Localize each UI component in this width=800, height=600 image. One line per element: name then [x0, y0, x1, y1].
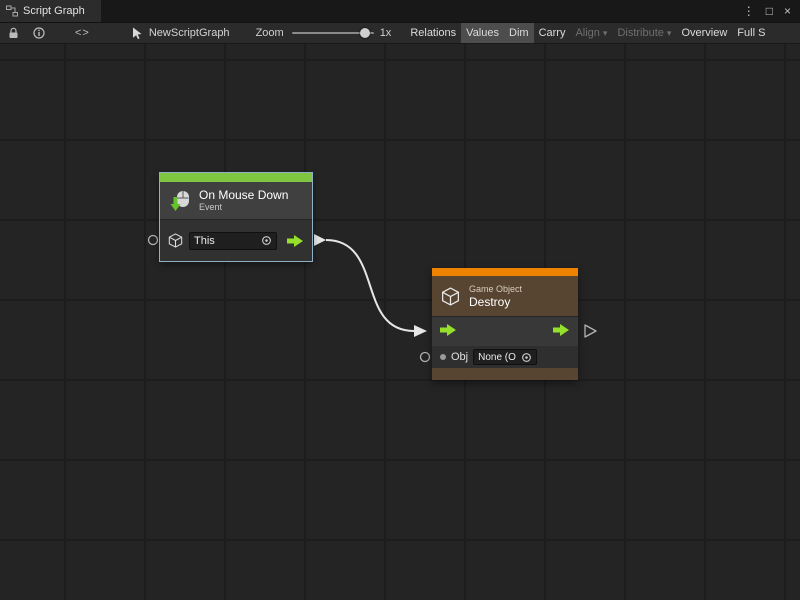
node-subtitle: Event — [199, 202, 288, 213]
obj-object-field[interactable]: None (O — [473, 349, 537, 365]
value-port-dot[interactable] — [440, 354, 446, 360]
carry-button[interactable]: Carry — [534, 22, 571, 44]
node-title: On Mouse Down — [199, 188, 288, 202]
wire-target-arrow — [414, 325, 427, 337]
graph-toolbar: <> NewScriptGraph Zoom 1x Relations Valu… — [0, 22, 800, 44]
fullscreen-button[interactable]: Full S — [732, 22, 770, 44]
on-mouse-down-target-port[interactable] — [149, 236, 158, 245]
toolbar-buttons: Relations Values Dim Carry Align ▾ Distr… — [405, 22, 770, 44]
align-label: Align — [575, 22, 599, 44]
node-kind: Game Object — [469, 284, 522, 295]
tab-script-graph[interactable]: Script Graph — [0, 0, 101, 22]
zoom-slider[interactable] — [292, 27, 374, 39]
zoom-slider-knob[interactable] — [360, 28, 370, 38]
obj-input-row: Obj None (O — [432, 346, 578, 368]
game-object-cube-icon — [168, 233, 183, 248]
target-object-field[interactable]: This — [189, 232, 277, 250]
game-object-accent-bar — [432, 268, 578, 276]
script-graph-asset-icon — [130, 26, 144, 40]
graph-canvas[interactable]: On Mouse Down Event This — [0, 44, 800, 600]
wire-source-arrow[interactable] — [314, 234, 326, 246]
node-on-mouse-down[interactable]: On Mouse Down Event This — [160, 173, 312, 261]
overview-button[interactable]: Overview — [676, 22, 732, 44]
obj-port-label: Obj — [451, 351, 468, 363]
tab-title: Script Graph — [23, 5, 85, 17]
node-header[interactable]: On Mouse Down Event — [160, 182, 312, 219]
chevron-down-icon: ▾ — [667, 22, 672, 44]
node-header[interactable]: Game Object Destroy — [432, 276, 578, 316]
flow-input-arrow[interactable] — [440, 323, 457, 341]
code-icon[interactable]: <> — [75, 27, 90, 39]
close-icon[interactable]: × — [784, 0, 791, 22]
distribute-button[interactable]: Distribute ▾ — [612, 22, 676, 44]
node-footer-bar — [432, 368, 578, 380]
info-icon[interactable] — [33, 27, 45, 39]
tabbar-spacer — [101, 0, 743, 22]
maximize-icon[interactable]: □ — [766, 0, 773, 22]
script-graph-window: Script Graph ⋮ □ × <> — [0, 0, 800, 600]
distribute-label: Distribute — [617, 22, 663, 44]
flow-ports-row — [432, 316, 578, 346]
script-graph-tab-icon — [6, 5, 18, 17]
connection-wire[interactable] — [326, 240, 414, 331]
target-object-value: This — [194, 235, 215, 247]
node-body: This — [160, 219, 312, 261]
object-picker-icon[interactable] — [521, 352, 532, 363]
flow-output-arrow[interactable] — [553, 323, 570, 341]
object-picker-icon[interactable] — [261, 235, 272, 246]
chevron-down-icon: ▾ — [603, 22, 608, 44]
node-titles: Game Object Destroy — [469, 284, 522, 309]
event-flow-output-arrow[interactable] — [287, 235, 304, 247]
destroy-exit-port[interactable] — [585, 325, 596, 337]
lock-icon[interactable] — [8, 27, 19, 39]
zoom-label: Zoom — [256, 27, 284, 39]
values-button[interactable]: Values — [461, 22, 504, 44]
dim-button[interactable]: Dim — [504, 22, 534, 44]
graph-name-breadcrumb[interactable]: NewScriptGraph — [130, 26, 230, 40]
tab-bar: Script Graph ⋮ □ × — [0, 0, 800, 22]
game-object-cube-icon — [440, 286, 461, 307]
connections-overlay — [0, 44, 800, 600]
mouse-down-icon — [168, 189, 192, 213]
window-controls: ⋮ □ × — [743, 0, 800, 22]
zoom-value: 1x — [380, 27, 392, 39]
obj-object-value: None (O — [478, 352, 516, 363]
node-title: Destroy — [469, 295, 522, 309]
node-destroy[interactable]: Game Object Destroy Obj — [432, 268, 578, 380]
align-button[interactable]: Align ▾ — [570, 22, 612, 44]
relations-button[interactable]: Relations — [405, 22, 461, 44]
menu-kebab-icon[interactable]: ⋮ — [743, 0, 755, 22]
zoom-control: Zoom 1x — [256, 27, 392, 39]
event-accent-bar — [160, 173, 312, 182]
destroy-obj-port[interactable] — [421, 353, 430, 362]
graph-name-label: NewScriptGraph — [149, 27, 230, 39]
node-titles: On Mouse Down Event — [199, 188, 288, 213]
